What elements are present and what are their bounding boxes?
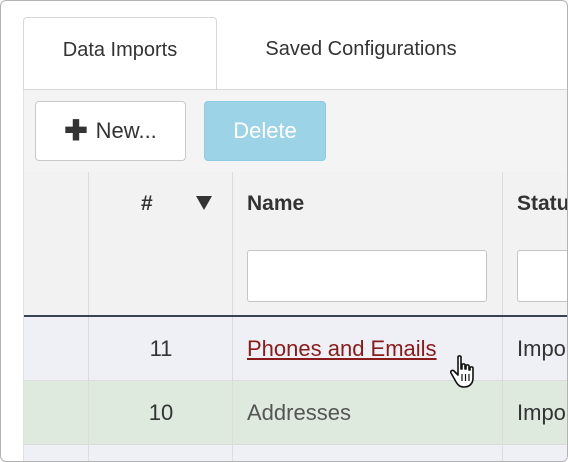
app-window: Data Imports Saved Configurations ✚ New.… [0, 0, 568, 462]
column-divider [502, 317, 503, 380]
delete-button[interactable]: Delete [204, 101, 326, 161]
row-status: Impo [517, 399, 566, 425]
column-header-number[interactable]: # [141, 192, 153, 216]
name-filter-input[interactable] [247, 250, 487, 302]
column-divider [88, 317, 89, 380]
table-header: # Name Statu [24, 172, 567, 317]
hand-pointer-icon [449, 355, 474, 388]
column-divider [232, 381, 233, 444]
imports-table: # Name Statu 11 Phones and Emails Impo 1… [24, 172, 567, 461]
tab-label: Saved Configurations [265, 38, 457, 60]
column-divider [232, 317, 233, 380]
column-divider [88, 381, 89, 444]
column-divider [232, 445, 233, 461]
column-header-status[interactable]: Statu [517, 192, 567, 216]
column-divider [88, 445, 89, 461]
column-divider [232, 172, 233, 315]
import-name-link[interactable]: Phones and Emails [247, 317, 437, 380]
column-header-name[interactable]: Name [247, 192, 304, 216]
tab-bar: Data Imports Saved Configurations [1, 1, 567, 91]
row-status: Impo [517, 335, 566, 361]
tab-label: Data Imports [62, 39, 178, 61]
column-divider [502, 172, 503, 315]
row-number: 10 [148, 399, 174, 425]
delete-button-label: Delete [233, 118, 297, 143]
tab-data-imports[interactable]: Data Imports [23, 17, 217, 89]
column-divider [88, 172, 89, 315]
table-row[interactable]: 10 Addresses Impo [24, 381, 567, 445]
new-button[interactable]: ✚ New... [35, 101, 186, 161]
toolbar: ✚ New... Delete [24, 90, 567, 172]
import-name-link[interactable]: Addresses [247, 381, 351, 444]
sort-down-triangle-icon[interactable] [195, 194, 213, 212]
status-filter-input[interactable] [517, 250, 567, 302]
plus-icon: ✚ [64, 115, 88, 146]
table-row[interactable]: 11 Phones and Emails Impo [24, 317, 567, 381]
new-button-label: New... [95, 118, 157, 143]
column-divider [502, 445, 503, 461]
tab-saved-configurations[interactable]: Saved Configurations [221, 17, 501, 89]
column-divider [502, 381, 503, 444]
row-number: 11 [149, 335, 173, 361]
imports-panel: ✚ New... Delete # Name Statu 11 Phones a… [23, 90, 567, 461]
table-row[interactable] [24, 445, 567, 461]
